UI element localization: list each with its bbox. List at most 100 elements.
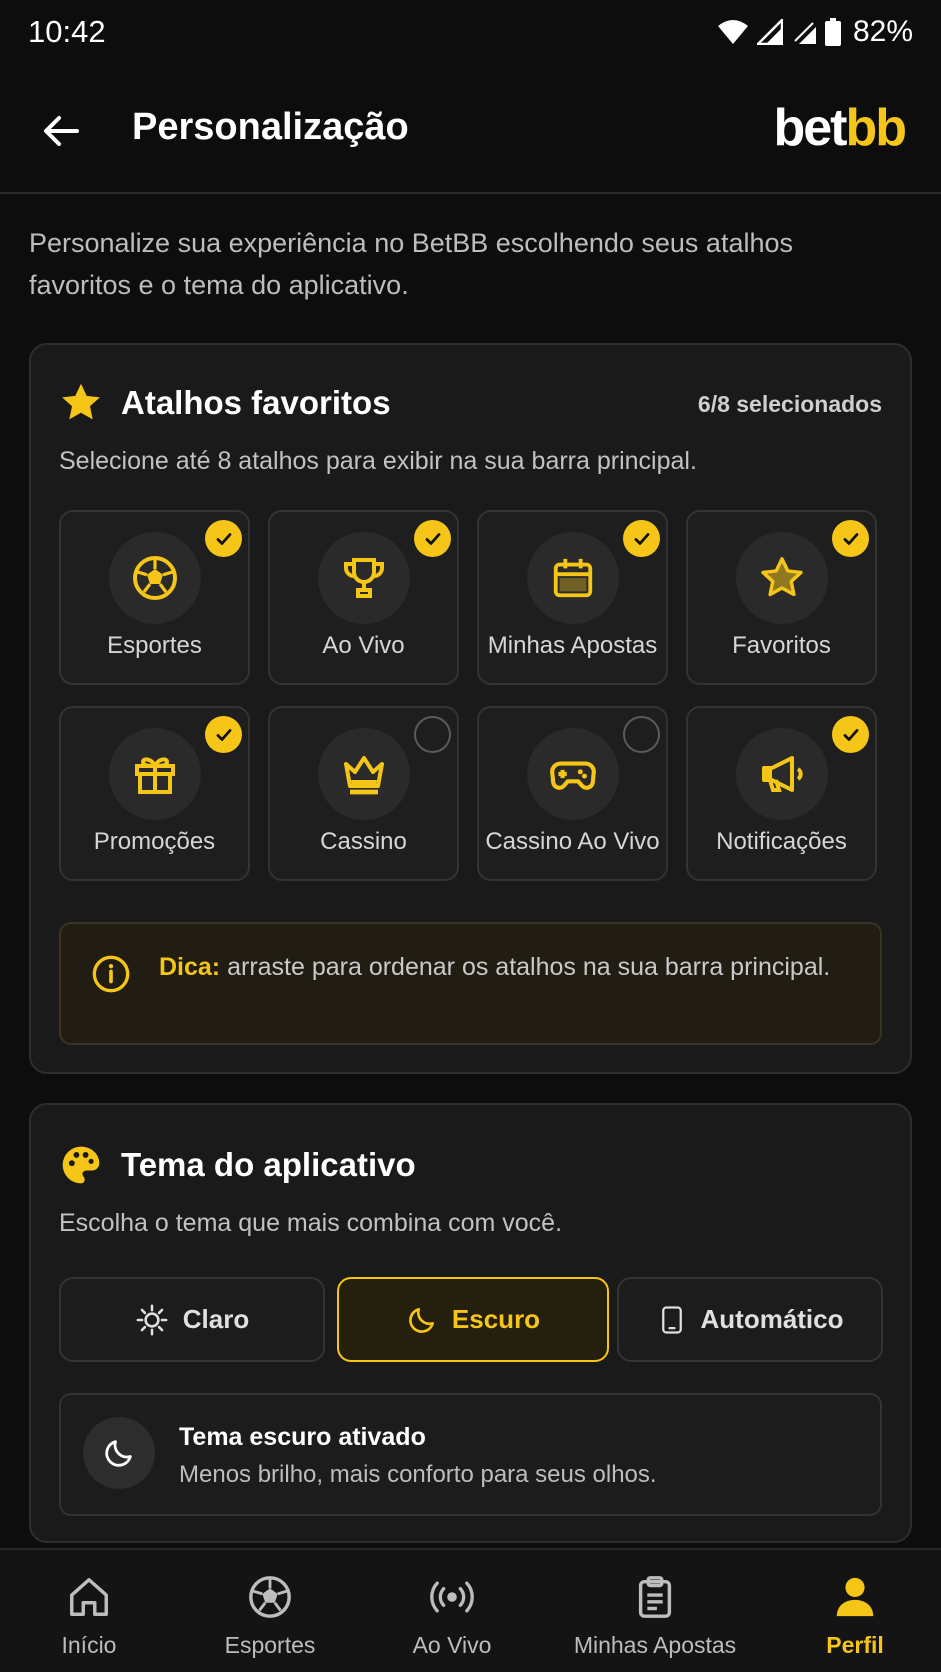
brand-logo-part2: bb <box>845 99 907 157</box>
checkmark-icon[interactable] <box>205 520 242 557</box>
tile-label: Notificações <box>716 828 847 855</box>
signal-icon <box>756 19 783 45</box>
sun-icon <box>135 1303 169 1337</box>
soccer-ball-icon <box>247 1574 293 1620</box>
gamepad-icon <box>548 749 598 799</box>
tile-icon-bg <box>317 532 410 624</box>
tile-icon-bg <box>108 728 201 820</box>
selection-counter: 6/8 selecionados <box>697 391 882 417</box>
crown-icon <box>340 750 388 798</box>
theme-status-title: Tema escuro ativado <box>179 1423 426 1451</box>
signal-2-icon <box>791 19 817 45</box>
theme-header: Tema do aplicativo <box>59 1143 416 1187</box>
shortcuts-card: Atalhos favoritos 6/8 selecionados Selec… <box>29 343 912 1074</box>
battery-percent: 82% <box>852 15 913 48</box>
checkmark-icon[interactable] <box>832 716 869 753</box>
brand-logo: betbb <box>773 98 907 158</box>
tip-text: Dica: arraste para ordenar os atalhos na… <box>159 948 849 986</box>
nav-item-inicio[interactable]: Início <box>10 1550 168 1672</box>
theme-title: Tema do aplicativo <box>121 1146 416 1183</box>
intro-text: Personalize sua experiência no BetBB esc… <box>29 228 793 300</box>
tile-label: Minhas Apostas <box>487 632 658 659</box>
theme-card: Tema do aplicativo Escolha o tema que ma… <box>29 1103 912 1543</box>
tile-icon-bg <box>526 532 619 624</box>
checkmark-icon[interactable] <box>623 520 660 557</box>
theme-description: Escolha o tema que mais combina com você… <box>59 1209 563 1237</box>
shortcut-tile-promocoes[interactable]: Promoções <box>59 706 250 881</box>
shortcuts-description: Selecione até 8 atalhos para exibir na s… <box>59 447 697 475</box>
theme-option-label: Claro <box>182 1304 250 1334</box>
nav-item-perfil[interactable]: Perfil <box>785 1550 925 1672</box>
info-icon <box>91 954 131 994</box>
checkmark-icon[interactable] <box>414 520 451 557</box>
star-icon <box>759 555 805 601</box>
tile-label: Esportes <box>107 632 202 659</box>
star-icon <box>59 381 103 425</box>
tile-icon-bg <box>526 728 619 820</box>
nav-label: Esportes <box>224 1632 316 1658</box>
unchecked-circle-icon[interactable] <box>414 716 451 753</box>
moon-icon <box>406 1304 438 1336</box>
wifi-icon <box>717 19 749 45</box>
broadcast-icon <box>428 1574 476 1620</box>
trophy-icon <box>340 554 388 602</box>
tile-icon-bg <box>108 532 201 624</box>
theme-option-label: Escuro <box>451 1304 541 1334</box>
tile-label: Cassino <box>320 828 407 855</box>
clipboard-icon <box>632 1574 678 1620</box>
megaphone-icon <box>758 750 806 798</box>
nav-label: Ao Vivo <box>412 1632 492 1658</box>
shortcut-tile-minhas-apostas[interactable]: Minhas Apostas <box>477 510 668 685</box>
theme-status-panel: Tema escuro ativado Menos brilho, mais c… <box>59 1393 882 1516</box>
shortcut-tile-ao-vivo[interactable]: Ao Vivo <box>268 510 459 685</box>
moon-icon <box>102 1436 136 1470</box>
theme-option-claro[interactable]: Claro <box>59 1277 325 1362</box>
tip-label: Dica: <box>159 953 221 981</box>
nav-label: Perfil <box>826 1632 884 1658</box>
soccer-ball-icon <box>131 554 179 602</box>
shortcuts-header: Atalhos favoritos <box>59 381 391 425</box>
tile-icon-bg <box>735 532 828 624</box>
shortcuts-title: Atalhos favoritos <box>121 384 391 421</box>
theme-option-automatico[interactable]: Automático <box>617 1277 883 1362</box>
nav-item-esportes[interactable]: Esportes <box>190 1550 350 1672</box>
tile-icon-bg <box>317 728 410 820</box>
theme-status-icon-bg <box>83 1417 155 1489</box>
app-header: Personalização betbb <box>0 76 941 194</box>
theme-option-label: Automático <box>700 1304 844 1334</box>
theme-status-subtitle: Menos brilho, mais conforto para seus ol… <box>179 1461 657 1488</box>
tile-icon-bg <box>735 728 828 820</box>
theme-option-escuro[interactable]: Escuro <box>337 1277 609 1362</box>
tip-box: Dica: arraste para ordenar os atalhos na… <box>59 922 882 1045</box>
tile-label: Promoções <box>93 828 216 855</box>
nav-item-minhas-apostas[interactable]: Minhas Apostas <box>560 1550 750 1672</box>
status-icons: 82% <box>717 15 913 49</box>
calendar-icon <box>550 555 596 601</box>
shortcut-tile-cassino-ao-vivo[interactable]: Cassino Ao Vivo <box>477 706 668 881</box>
nav-item-ao-vivo[interactable]: Ao Vivo <box>372 1550 532 1672</box>
checkmark-icon[interactable] <box>832 520 869 557</box>
status-time: 10:42 <box>28 14 106 49</box>
nav-label: Início <box>61 1632 117 1658</box>
palette-icon <box>59 1143 103 1187</box>
user-icon <box>832 1574 878 1620</box>
phone-icon <box>657 1303 687 1337</box>
battery-icon <box>824 18 841 46</box>
shortcut-tile-favoritos[interactable]: Favoritos <box>686 510 877 685</box>
tile-label: Cassino Ao Vivo <box>485 828 660 855</box>
tile-label: Favoritos <box>732 632 831 659</box>
shortcut-tile-cassino[interactable]: Cassino <box>268 706 459 881</box>
tile-label: Ao Vivo <box>322 632 405 659</box>
bottom-nav: Início Esportes Ao Vivo Minhas Apostas P… <box>0 1548 941 1672</box>
nav-label: Minhas Apostas <box>573 1632 737 1658</box>
tip-body: arraste para ordenar os atalhos na sua b… <box>227 953 831 981</box>
brand-logo-part1: bet <box>773 99 847 157</box>
home-icon <box>66 1574 112 1620</box>
back-button[interactable] <box>36 106 86 156</box>
unchecked-circle-icon[interactable] <box>623 716 660 753</box>
gift-icon <box>131 750 179 798</box>
shortcut-tile-esportes[interactable]: Esportes <box>59 510 250 685</box>
arrow-left-icon <box>43 115 79 147</box>
checkmark-icon[interactable] <box>205 716 242 753</box>
shortcut-tile-notificacoes[interactable]: Notificações <box>686 706 877 881</box>
